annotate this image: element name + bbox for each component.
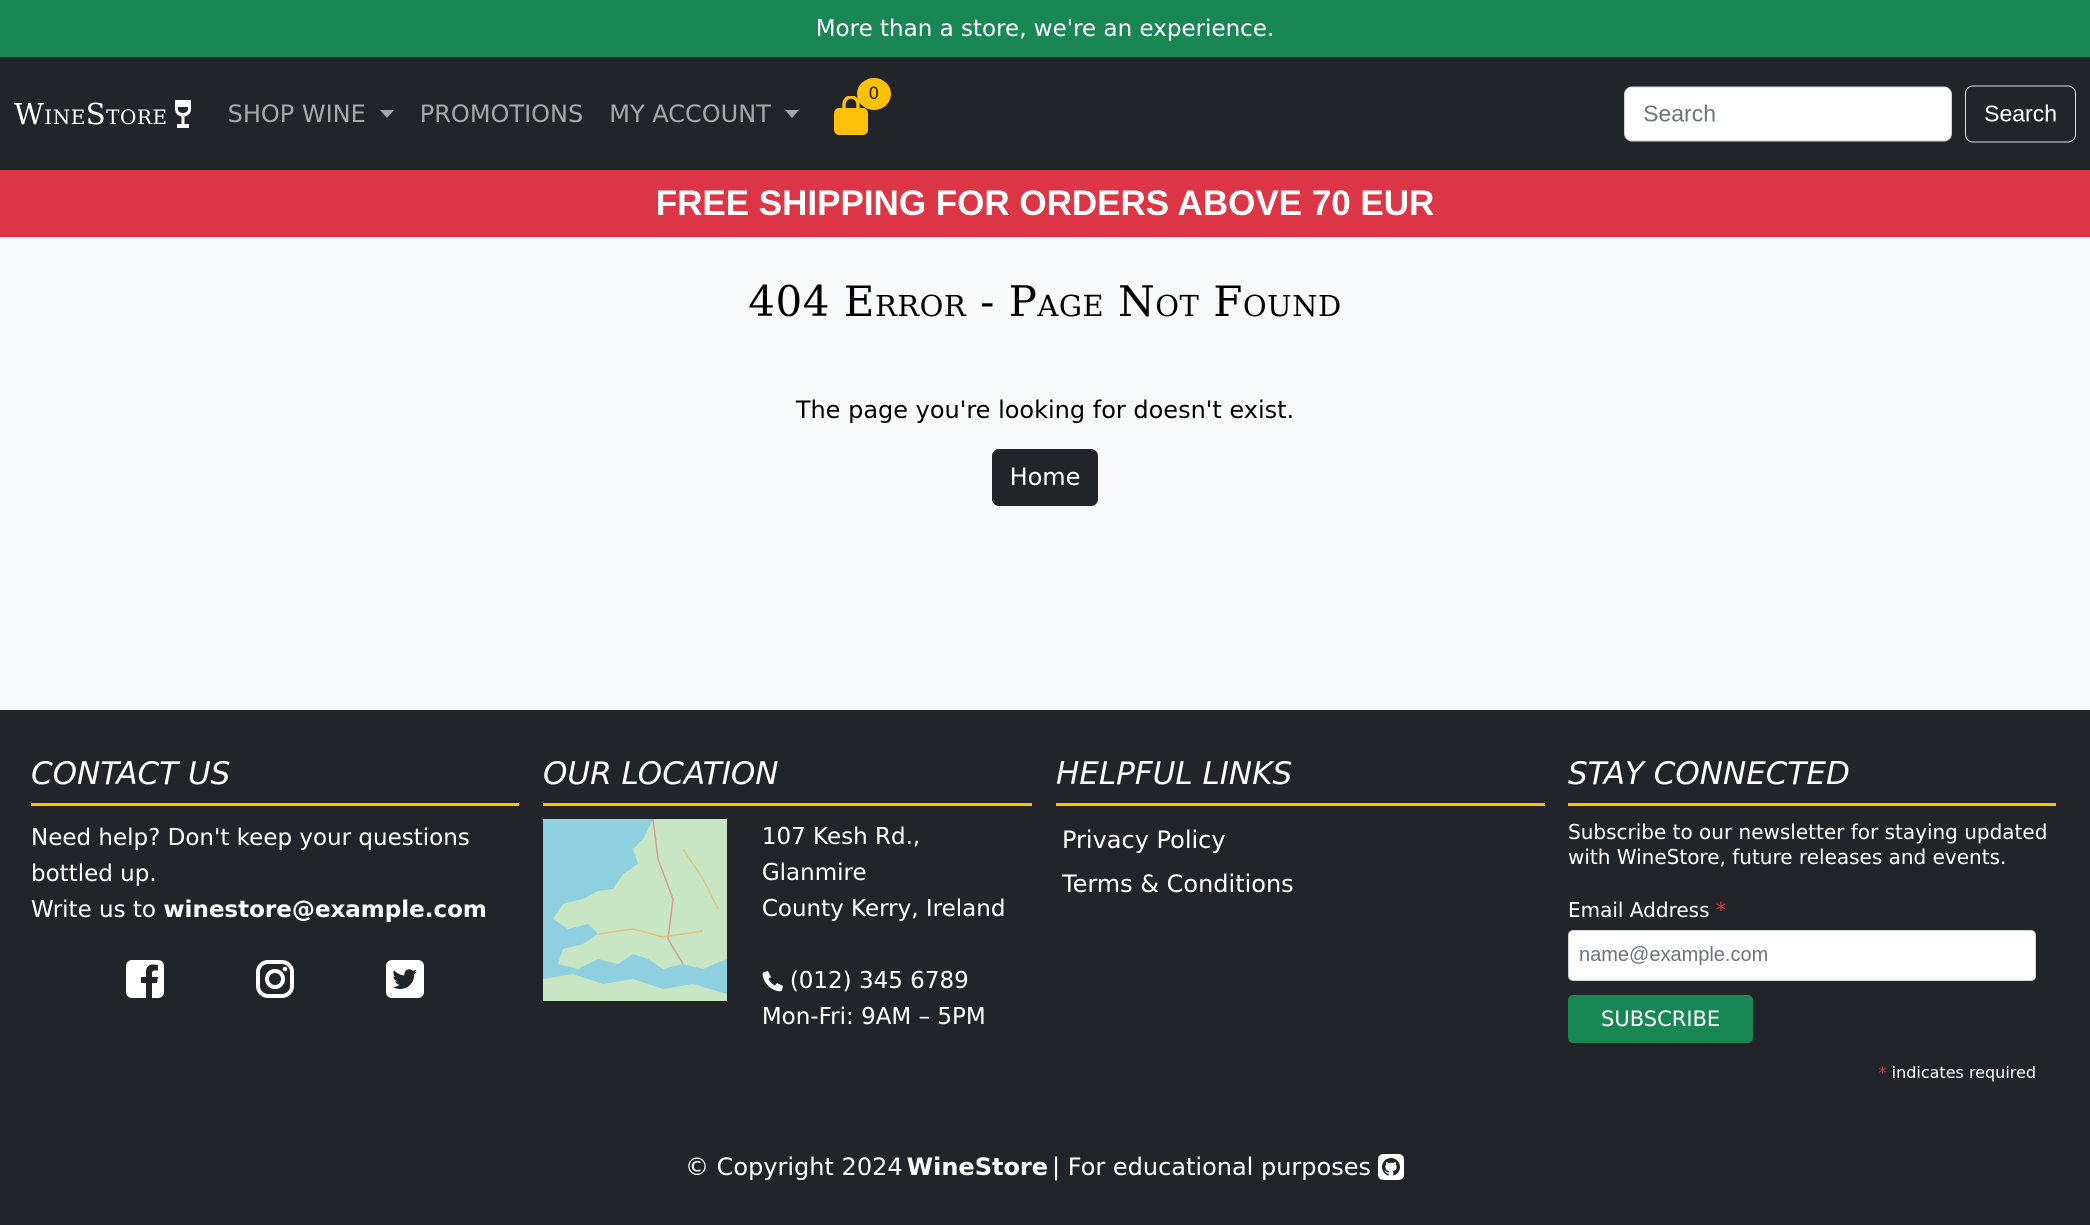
location-section: Our Location 107 Kesh Rd., Glanmire Coun… bbox=[543, 710, 1032, 1035]
newsletter-text: Subscribe to our newsletter for staying … bbox=[1568, 820, 2048, 869]
nav-shop-wine[interactable]: SHOP WINE bbox=[228, 100, 394, 128]
brand-name: WineStore bbox=[14, 96, 168, 131]
terms-conditions-link[interactable]: Terms & Conditions bbox=[1062, 870, 1545, 898]
required-asterisk: * bbox=[1878, 1063, 1887, 1082]
navbar: WineStore SHOP WINE PROMOTIONS MY ACCOUN… bbox=[0, 57, 2090, 170]
nav-shop-wine-label: SHOP WINE bbox=[227, 99, 366, 128]
required-note: * indicates required bbox=[1568, 1063, 2036, 1082]
github-icon[interactable] bbox=[1377, 1153, 1405, 1181]
social-links bbox=[80, 958, 470, 1000]
error-message: The page you're looking for doesn't exis… bbox=[795, 396, 1295, 424]
nav-promotions[interactable]: PROMOTIONS bbox=[420, 100, 583, 128]
newsletter-heading: Stay Connected bbox=[1568, 710, 2056, 806]
helpful-links-heading: Helpful Links bbox=[1056, 710, 1545, 806]
required-asterisk: * bbox=[1715, 898, 1726, 922]
newsletter-section: Stay Connected Subscribe to our newslett… bbox=[1568, 710, 2056, 1082]
subscribe-button[interactable]: SUBSCRIBE bbox=[1568, 995, 1754, 1043]
phone-icon bbox=[762, 971, 783, 992]
nav-my-account-label: MY ACCOUNT bbox=[609, 99, 771, 128]
required-note-text: indicates required bbox=[1891, 1063, 2036, 1082]
address-line-1: 107 Kesh Rd., Glanmire bbox=[761, 824, 921, 886]
cart-button[interactable]: 0 bbox=[831, 77, 891, 135]
page-title: 404 Error - Page Not Found bbox=[748, 277, 1342, 326]
copyright-suffix: | For educational purposes bbox=[1052, 1153, 1371, 1181]
helpful-links-section: Helpful Links Privacy Policy Terms & Con… bbox=[1056, 710, 1545, 914]
copyright-prefix: © Copyright 2024 bbox=[685, 1153, 903, 1181]
wine-glass-icon bbox=[174, 99, 192, 129]
email-label: Email Address * bbox=[1568, 898, 2056, 922]
newsletter-email-input[interactable] bbox=[1568, 930, 2036, 981]
search-button[interactable]: Search bbox=[1965, 85, 2076, 142]
twitter-icon[interactable] bbox=[384, 958, 426, 1000]
footer: Contact Us Need help? Don't keep your qu… bbox=[0, 710, 2090, 1225]
brand-logo[interactable]: WineStore bbox=[14, 97, 192, 131]
copyright-brand: WineStore bbox=[906, 1153, 1049, 1181]
contact-section: Contact Us Need help? Don't keep your qu… bbox=[31, 710, 519, 1000]
chevron-down-icon bbox=[784, 109, 799, 118]
location-map[interactable] bbox=[543, 819, 727, 1001]
phone-line: (012) 345 6789 bbox=[762, 963, 1032, 999]
search-form: Search bbox=[1624, 85, 2076, 142]
contact-email-link[interactable]: winestore@example.com bbox=[163, 897, 487, 923]
contact-line: Need help? Don't keep your questions bot… bbox=[31, 825, 470, 887]
instagram-icon[interactable] bbox=[254, 958, 296, 1000]
facebook-icon[interactable] bbox=[124, 958, 166, 1000]
privacy-policy-link[interactable]: Privacy Policy bbox=[1062, 826, 1545, 854]
contact-heading: Contact Us bbox=[31, 710, 519, 806]
location-heading: Our Location bbox=[543, 710, 1032, 806]
copyright: © Copyright 2024 WineStore | For educati… bbox=[0, 1153, 2090, 1181]
home-button[interactable]: Home bbox=[991, 449, 1099, 506]
nav-my-account[interactable]: MY ACCOUNT bbox=[609, 100, 799, 128]
contact-email-prefix: Write us to bbox=[31, 897, 156, 923]
phone-number[interactable]: (012) 345 6789 bbox=[790, 963, 969, 999]
chevron-down-icon bbox=[379, 109, 394, 118]
address-line-2: County Kerry, Ireland bbox=[761, 896, 1006, 922]
announcement-text: More than a store, we're an experience. bbox=[815, 15, 1275, 42]
email-label-text: Email Address bbox=[1568, 898, 1710, 922]
contact-text: Need help? Don't keep your questions bot… bbox=[31, 820, 519, 928]
shipping-banner: FREE SHIPPING FOR ORDERS ABOVE 70 EUR bbox=[0, 170, 2090, 237]
shipping-banner-text: FREE SHIPPING FOR ORDERS ABOVE 70 EUR bbox=[655, 183, 1435, 223]
nav-promotions-label: PROMOTIONS bbox=[419, 99, 584, 128]
cart-count-badge: 0 bbox=[856, 77, 891, 110]
opening-hours: Mon-Fri: 9AM – 5PM bbox=[761, 1004, 986, 1030]
announcement-bar: More than a store, we're an experience. bbox=[0, 0, 2090, 57]
main-content: 404 Error - Page Not Found The page you'… bbox=[0, 237, 2090, 710]
location-details: 107 Kesh Rd., Glanmire County Kerry, Ire… bbox=[762, 819, 1032, 1035]
contact-email-line: Write us to winestore@example.com bbox=[31, 892, 519, 928]
search-input[interactable] bbox=[1624, 86, 1953, 141]
